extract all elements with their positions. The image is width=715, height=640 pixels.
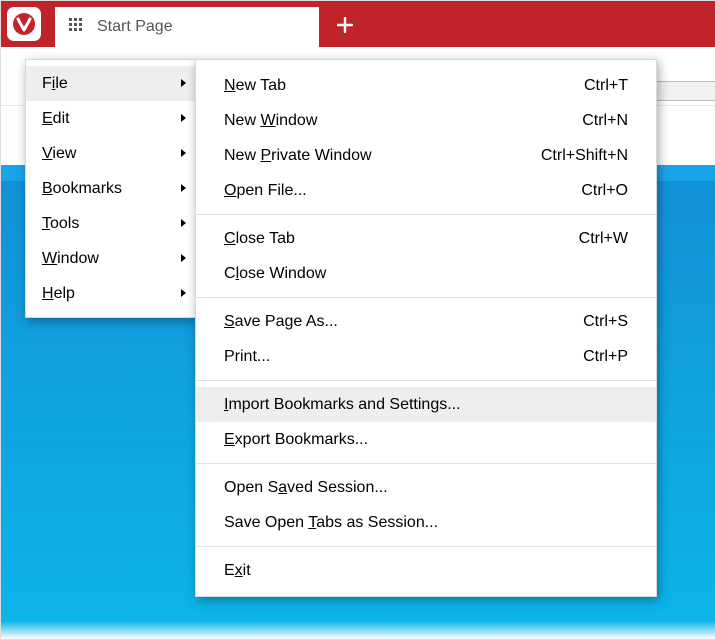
main-menu-item[interactable]: Bookmarks [26,171,196,206]
tab-title: Start Page [97,18,173,36]
file-menu-item[interactable]: Print... Ctrl+P [196,339,656,374]
file-menu-item[interactable]: Exit [196,553,656,588]
menu-item-label: View [42,145,180,163]
menu-item-label: Exit [224,562,628,580]
menu-item-label: New Tab [224,77,544,95]
file-submenu: New Tab Ctrl+T New Window Ctrl+N New Private… [195,59,657,597]
file-menu-item[interactable]: Close Tab Ctrl+W [196,221,656,256]
submenu-arrow-icon [180,145,188,163]
menu-shortcut: Ctrl+O [581,182,628,200]
menu-item-label: New Private Window [224,147,501,165]
file-menu-item[interactable]: Open Saved Session... [196,470,656,505]
tab-start-page[interactable]: Start Page [55,7,319,47]
menu-shortcut: Ctrl+W [579,230,628,248]
file-menu-item[interactable]: Export Bookmarks... [196,422,656,457]
menu-item-label: Close Window [224,265,628,283]
speed-dial-icon [69,18,83,37]
menu-separator [196,214,656,215]
submenu-arrow-icon [180,250,188,268]
main-menu-item[interactable]: Window [26,241,196,276]
main-menu-item[interactable]: File [26,66,196,101]
menu-shortcut: Ctrl+Shift+N [541,147,628,165]
menu-shortcut: Ctrl+S [583,313,628,331]
menu-item-label: Save Page As... [224,313,543,331]
file-menu-item[interactable]: Save Open Tabs as Session... [196,505,656,540]
menu-shortcut: Ctrl+N [582,112,628,130]
menu-shortcut: Ctrl+P [583,348,628,366]
menu-separator [196,463,656,464]
main-menu-item[interactable]: View [26,136,196,171]
submenu-arrow-icon [180,215,188,233]
menu-item-label: Save Open Tabs as Session... [224,514,628,532]
menu-shortcut: Ctrl+T [584,77,628,95]
file-menu-item[interactable]: New Window Ctrl+N [196,103,656,138]
file-menu-item[interactable]: New Tab Ctrl+T [196,68,656,103]
menu-item-label: Window [42,250,180,268]
title-bar: Start Page [1,1,715,47]
main-menu-item[interactable]: Edit [26,101,196,136]
menu-item-label: Import Bookmarks and Settings... [224,396,628,414]
menu-item-label: Edit [42,110,180,128]
main-menu: File Edit View Bookmarks Tools Window Help [25,59,197,318]
submenu-arrow-icon [180,75,188,93]
file-menu-item[interactable]: Close Window [196,256,656,291]
menu-item-label: Export Bookmarks... [224,431,628,449]
file-menu-item[interactable]: Save Page As... Ctrl+S [196,304,656,339]
menu-item-label: New Window [224,112,542,130]
submenu-arrow-icon [180,285,188,303]
menu-item-label: Tools [42,215,180,233]
menu-item-label: Help [42,285,180,303]
menu-item-label: File [42,75,180,93]
vivaldi-logo[interactable] [7,7,41,41]
menu-item-label: Open File... [224,182,541,200]
main-menu-item[interactable]: Help [26,276,196,311]
menu-item-label: Print... [224,348,543,366]
file-menu-item[interactable]: New Private Window Ctrl+Shift+N [196,138,656,173]
submenu-arrow-icon [180,180,188,198]
file-menu-item[interactable]: Open File... Ctrl+O [196,173,656,208]
new-tab-button[interactable] [333,13,357,37]
menu-item-label: Bookmarks [42,180,180,198]
menu-separator [196,380,656,381]
url-bar-fragment [656,81,715,101]
menu-separator [196,546,656,547]
menu-separator [196,297,656,298]
main-menu-item[interactable]: Tools [26,206,196,241]
file-menu-item[interactable]: Import Bookmarks and Settings... [196,387,656,422]
submenu-arrow-icon [180,110,188,128]
menu-item-label: Close Tab [224,230,539,248]
menu-item-label: Open Saved Session... [224,479,628,497]
bottom-fade [1,621,715,639]
